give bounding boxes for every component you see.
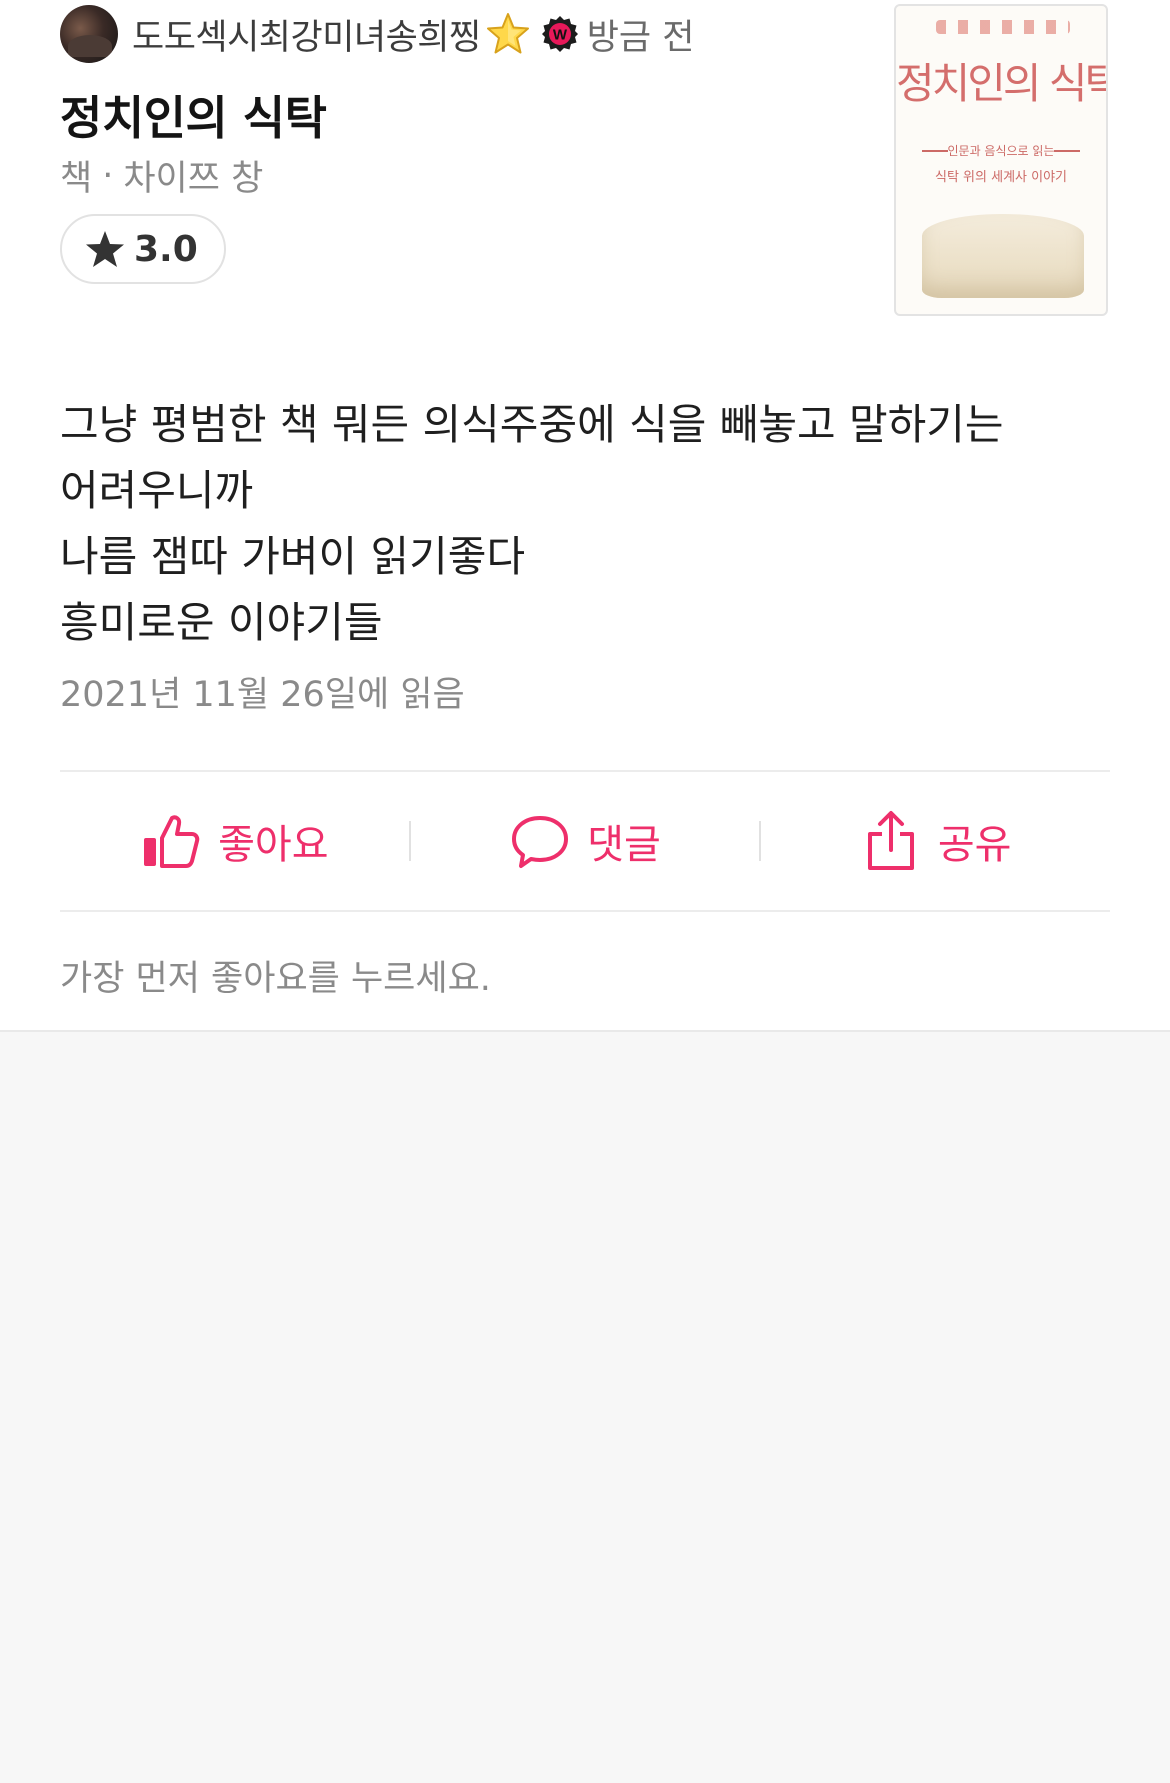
speech-bubble-icon [512,816,569,868]
review-line: 그냥 평범한 책 뭐든 의식주중에 식을 빼놓고 말하기는 [60,400,1004,449]
read-date: 2021년 11월 26일에 읽음 [60,675,465,715]
thumbs-up-icon [144,815,200,868]
post-time: 방금 전 [586,17,695,58]
divider-bottom [60,910,1110,912]
cover-illustration-heads [936,20,1070,34]
like-label: 좋아요 [218,822,329,868]
like-button[interactable]: 좋아요 [60,772,409,910]
star-icon [86,231,124,267]
book-author: 차이쯔 창 [123,159,264,199]
meta-separator: · [102,155,114,196]
rating-value: 3.0 [134,228,198,270]
review-text[interactable]: 그냥 평범한 책 뭐든 의식주중에 식을 빼놓고 말하기는 어려우니까 나름 잼… [60,392,1080,656]
comment-button[interactable]: 댓글 [411,772,760,910]
svg-text:W: W [553,27,568,44]
book-category: 책 [60,159,93,199]
book-cover[interactable]: 정치인의 식탁 인문과 음식으로 읽는 식탁 위의 세계사 이야기 [894,4,1108,316]
book-title[interactable]: 정치인의 식탁 [60,82,327,148]
cover-tablecloth-illustration [922,214,1084,298]
review-card: 도도섹시최강미녀송희찡 W 방금 전 정치인의 식탁 책 · 차이쯔 창 3.0… [0,0,1170,1032]
author-row[interactable]: 도도섹시최강미녀송희찡 W 방금 전 [60,4,694,64]
action-bar: 좋아요 댓글 공유 [60,772,1110,910]
share-icon [867,811,914,870]
cover-subtitle-2: 식탁 위의 세계사 이야기 [935,170,1067,185]
like-hint: 가장 먼저 좋아요를 누르세요. [60,959,491,999]
comment-label: 댓글 [587,822,661,868]
rating-chip: 3.0 [60,214,226,284]
author-name[interactable]: 도도섹시최강미녀송희찡 [132,9,481,60]
star-emoji-icon [486,13,529,54]
review-line: 어려우니까 [60,466,254,515]
avatar[interactable] [60,5,118,63]
share-button[interactable]: 공유 [761,772,1110,910]
review-line: 흥미로운 이야기들 [60,598,383,647]
cover-title: 정치인의 식탁 [896,59,1108,108]
cover-subtitle-1: 인문과 음식으로 읽는 [947,144,1055,158]
watcha-badge-icon: W [541,16,578,52]
share-label: 공유 [937,822,1012,868]
book-meta: 책 · 차이쯔 창 [60,150,263,201]
review-line: 나름 잼따 가벼이 읽기좋다 [60,532,526,581]
